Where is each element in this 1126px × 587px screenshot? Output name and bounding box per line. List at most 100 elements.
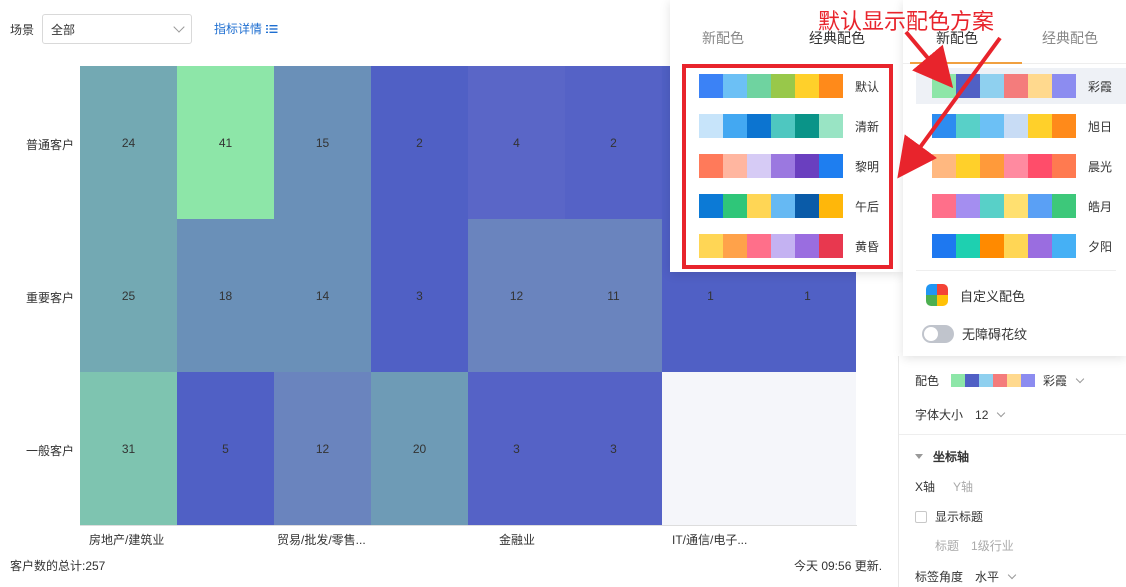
swatch-color [1052,234,1076,258]
heatmap-cell[interactable]: 20 [371,372,468,525]
row-label: 普通客户 [25,137,74,152]
heatmap-cell[interactable]: 4 [468,66,565,219]
heatmap-cell[interactable]: 25 [80,219,177,372]
color-setting-value: 彩霞 [1043,374,1068,388]
scheme-name: 彩霞 [1088,79,1113,94]
x-axis-line [80,525,857,526]
show-title-checkbox[interactable] [915,510,927,523]
new-scheme-option[interactable]: 彩霞 [916,68,1126,104]
swatch-color [965,374,980,387]
show-title-row[interactable]: 显示标题 [915,508,983,525]
font-size-row[interactable]: 字体大小 12 [915,406,1006,423]
heatmap-cell[interactable]: 2 [371,66,468,219]
swatch-color [1004,74,1028,98]
swatch-color [1004,114,1028,138]
tick-angle-row[interactable]: 标签角度 水平 [915,568,1017,585]
scheme-swatch [932,114,1076,138]
heatmap-cell[interactable]: 12 [468,219,565,372]
annotation-highlight-box [682,64,893,269]
tick-angle-value: 水平 [975,570,1000,584]
scene-filter: 场景 全部 [10,14,193,44]
palette-icon [926,284,948,306]
new-scheme-option[interactable]: 夕阳 [932,234,1112,258]
swatch-color [993,374,1008,387]
swatch-color [956,114,980,138]
custom-color-option[interactable]: 自定义配色 [926,284,1025,306]
scheme-swatch [932,234,1076,258]
total-count: 客户数的总计:257 [10,559,106,573]
custom-color-label: 自定义配色 [960,288,1026,304]
active-tab-indicator [910,62,1022,64]
heatmap-cell[interactable]: 11 [565,219,662,372]
scene-select[interactable]: 全部 [42,14,193,44]
list-icon [266,24,278,33]
swatch-color [1007,374,1022,387]
swatch-color [1004,194,1028,218]
scheme-name: 晨光 [1088,159,1113,174]
scheme-swatch [932,194,1076,218]
swatch-color [932,114,956,138]
caret-down-icon [915,454,923,459]
swatch-color [980,114,1004,138]
heatmap-cell[interactable]: 18 [177,219,274,372]
scheme-swatch [932,154,1076,178]
heatmap-cell[interactable]: 14 [274,219,371,372]
heatmap-cell[interactable]: 2 [565,66,662,219]
axis-section-header[interactable]: 坐标轴 [915,448,969,465]
settings-panel: 配色 彩霞 字体大小 12 坐标轴 X轴 Y轴 显示标题 标题 1级行业 标签角… [898,356,1126,587]
title-value: 1级行业 [971,539,1014,553]
swatch-color [1028,194,1052,218]
heatmap-cell[interactable]: 41 [177,66,274,219]
heatmap-cell[interactable]: 12 [274,372,371,525]
title-row: 标题 1级行业 [935,537,1014,554]
heatmap-cell[interactable]: 24 [80,66,177,219]
heatmap-cell[interactable]: 3 [468,372,565,525]
swatch-color [951,374,966,387]
heatmap-cell[interactable]: 3 [371,219,468,372]
swatch-color [932,194,956,218]
tab-y-axis[interactable]: Y轴 [953,478,973,495]
scheme-name: 皓月 [1088,199,1113,214]
row-label: 重要客户 [25,290,74,305]
axis-section-label: 坐标轴 [933,450,970,464]
swatch-color [1004,154,1028,178]
annotation-text: 默认显示配色方案 [818,10,995,35]
heatmap-cell[interactable]: 31 [80,372,177,525]
heatmap-cell[interactable]: 5 [177,372,274,525]
scheme-swatch [932,74,1076,98]
axis-tabs: X轴 Y轴 [915,478,973,495]
swatch-color [1052,194,1076,218]
tab-new-colors-left[interactable]: 新配色 [702,28,744,48]
tick-angle-label: 标签角度 [915,570,964,584]
chevron-down-icon [1075,374,1085,384]
swatch-color [980,234,1004,258]
new-scheme-option[interactable]: 晨光 [932,154,1112,178]
swatch-color [1052,74,1076,98]
color-swatch-preview [951,374,1036,387]
tab-classic-colors-right[interactable]: 经典配色 [1042,28,1098,48]
accessible-pattern-toggle[interactable] [922,324,954,343]
scene-label: 场景 [10,22,35,37]
swatch-color [1028,234,1052,258]
scheme-name: 夕阳 [1088,239,1113,254]
heatmap-cell[interactable] [759,372,856,525]
chevron-down-icon [1007,570,1017,580]
color-setting-row[interactable]: 配色 彩霞 [915,372,1085,389]
heatmap-cell[interactable] [662,372,759,525]
new-scheme-option[interactable]: 旭日 [932,114,1112,138]
metric-details-label: 指标详情 [214,22,263,36]
column-label: 金融业 [499,533,536,547]
metric-details-link[interactable]: 指标详情 [214,20,278,37]
update-time: 今天 09:56 更新. [794,559,883,573]
heatmap-cell[interactable]: 15 [274,66,371,219]
swatch-color [956,154,980,178]
swatch-color [956,194,980,218]
swatch-color [1028,114,1052,138]
chevron-down-icon [997,408,1006,418]
accessible-pattern-label: 无障碍花纹 [962,327,1028,342]
tab-x-axis[interactable]: X轴 [915,478,935,495]
column-label: 房地产/建筑业 [89,533,165,547]
new-scheme-option[interactable]: 皓月 [932,194,1112,218]
heatmap-cell[interactable]: 3 [565,372,662,525]
swatch-color [1052,154,1076,178]
